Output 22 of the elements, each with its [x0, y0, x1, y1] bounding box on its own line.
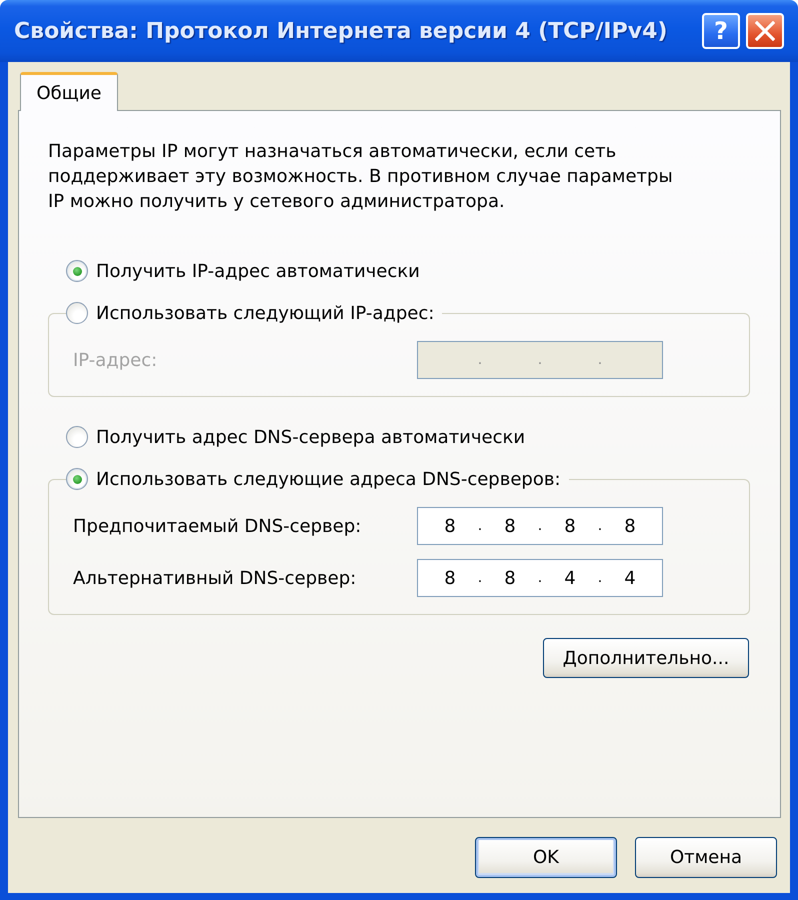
radio-label: Использовать следующий IP-адрес: — [96, 302, 434, 324]
radio-button[interactable] — [66, 468, 88, 490]
radio-label: Получить IP-адрес автоматически — [96, 260, 420, 282]
ip-address-field[interactable]: 8 . 8 . 4 . 4 — [417, 559, 663, 597]
field-label: Альтернативный DNS-сервер: — [73, 568, 358, 588]
radio-button[interactable] — [66, 302, 88, 324]
intro-text: Параметры IP могут назначаться автоматически, если сеть поддерживает эту возможность. В противном случае параметры IP можно получить у сетевого администратора. — [48, 140, 674, 214]
field-label: IP-адрес: — [73, 350, 158, 370]
field-label: Предпочитаемый DNS-сервер: — [73, 516, 362, 536]
window-title: Свойства: Протокол Интернета версии 4 (TCP/IPv4) — [14, 18, 668, 44]
advanced-button[interactable]: Дополнительно... — [543, 638, 749, 678]
ip-address-field[interactable]: 8 . 8 . 8 . 8 — [417, 507, 663, 545]
help-button[interactable]: ? — [702, 13, 740, 49]
close-button[interactable] — [746, 13, 784, 49]
tab[interactable]: Общие — [20, 72, 118, 111]
radio-label: Получить адрес DNS-сервера автоматически — [96, 426, 526, 448]
radio-label: Использовать следующие адреса DNS-серверов: — [96, 468, 561, 490]
dialog-button[interactable]: Отмена — [635, 837, 777, 878]
radio-button[interactable] — [66, 426, 88, 448]
close-icon — [755, 21, 775, 41]
dialog-button[interactable]: OK — [475, 837, 617, 878]
radio-button[interactable] — [66, 260, 88, 282]
